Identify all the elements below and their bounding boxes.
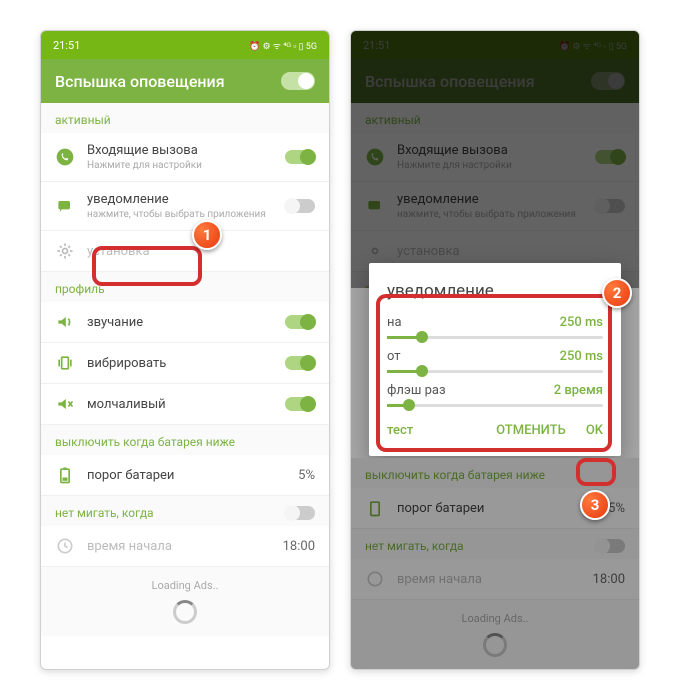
- slider-times[interactable]: флэш раз 2 время: [387, 383, 603, 407]
- battery-icon: [365, 498, 385, 518]
- ok-button[interactable]: OK: [586, 423, 603, 438]
- slider-track[interactable]: [387, 404, 603, 407]
- row-title: Входящие вызова: [87, 143, 273, 158]
- row-title: вибрировать: [87, 356, 273, 371]
- slider-track[interactable]: [387, 336, 603, 339]
- slider-label: на: [387, 315, 402, 330]
- row-vibrate[interactable]: вибрировать: [41, 343, 329, 384]
- toggle-sound[interactable]: [285, 315, 315, 329]
- row-start-time: время начала 18:00: [351, 559, 639, 600]
- slider-label: флэш раз: [387, 383, 446, 398]
- toggle-silent[interactable]: [285, 397, 315, 411]
- badge-3: 3: [580, 490, 610, 520]
- row-title: порог батареи: [87, 468, 286, 483]
- phone-left: 21:51 ⏰ ⚙ ᯤ ⁴ᴳ ▫ ▯ 5G Вспышка оповещения…: [40, 30, 330, 670]
- row-title: время начала: [87, 539, 271, 554]
- status-icons: ⏰ ⚙ ᯤ ⁴ᴳ ▫ ▯ 5G: [249, 39, 317, 52]
- loading-ads: Loading Ads..: [351, 600, 639, 669]
- app-bar: Вспышка оповещения: [41, 59, 329, 103]
- status-time: 21:51: [53, 39, 80, 52]
- row-notification[interactable]: уведомление нажмите, чтобы выбрать прилож…: [41, 182, 329, 231]
- notification-dialog: уведомление на 250 ms от 250 ms флэш раз 2 …: [369, 263, 621, 456]
- section-noflash: нет мигать, когда: [41, 496, 329, 526]
- status-bar: 21:51 ⏰ ⚙ ᯤ ⁴ᴳ ▫ ▯ 5G: [41, 31, 329, 59]
- row-battery-threshold[interactable]: порог батареи 5%: [41, 455, 329, 496]
- section-active: активный: [41, 103, 329, 133]
- speaker-icon: [55, 312, 75, 332]
- vibrate-icon: [55, 353, 75, 373]
- row-title: уведомление: [87, 192, 273, 207]
- start-time-value: 18:00: [283, 539, 315, 554]
- battery-icon: [55, 465, 75, 485]
- clock-icon: [55, 536, 75, 556]
- section-noflash: нет мигать, когда: [351, 529, 639, 559]
- row-subtitle: нажмите, чтобы выбрать приложения: [87, 209, 273, 220]
- toggle-vibrate[interactable]: [285, 356, 315, 370]
- badge-2: 2: [602, 278, 632, 308]
- slider-on[interactable]: на 250 ms: [387, 315, 603, 339]
- mute-icon: [55, 394, 75, 414]
- gear-icon: [55, 241, 75, 261]
- appbar-title: Вспышка оповещения: [55, 72, 225, 91]
- slider-value: 250 ms: [560, 315, 603, 330]
- slider-value: 2 время: [554, 383, 603, 398]
- row-incoming-calls[interactable]: Входящие вызова Нажмите для настройки: [41, 133, 329, 182]
- clock-icon: [365, 569, 385, 589]
- phone-icon: [55, 147, 75, 167]
- row-title: звучание: [87, 315, 273, 330]
- row-start-time[interactable]: время начала 18:00: [41, 526, 329, 567]
- row-sound[interactable]: звучание: [41, 302, 329, 343]
- row-silent[interactable]: молчаливый: [41, 384, 329, 425]
- toggle-noflash[interactable]: [285, 506, 315, 520]
- phone-right: 21:51 ⏰ ⚙ ᯤ ⁴ᴳ ▫ ▯ 5G Вспышка оповещения…: [350, 30, 640, 670]
- section-profile: профиль: [41, 272, 329, 302]
- dialog-title: уведомление: [387, 281, 603, 301]
- row-setup[interactable]: установка: [41, 231, 329, 272]
- slider-off[interactable]: от 250 ms: [387, 349, 603, 373]
- section-battery: выключить когда батарея ниже: [41, 425, 329, 455]
- section-noflash-label: нет мигать, когда: [55, 506, 154, 520]
- badge-1: 1: [192, 220, 222, 250]
- spinner-icon: [173, 600, 197, 624]
- loading-ads: Loading Ads..: [41, 567, 329, 636]
- slider-track[interactable]: [387, 370, 603, 373]
- section-battery: выключить когда батарея ниже: [351, 458, 639, 488]
- master-toggle[interactable]: [281, 72, 315, 90]
- toggle-notification[interactable]: [285, 199, 315, 213]
- test-button[interactable]: тест: [387, 423, 413, 438]
- slider-label: от: [387, 349, 401, 364]
- cancel-button[interactable]: ОТМЕНИТЬ: [496, 423, 566, 438]
- battery-value: 5%: [298, 468, 315, 483]
- chat-icon: [55, 196, 75, 216]
- slider-value: 250 ms: [560, 349, 603, 364]
- row-title: молчаливый: [87, 397, 273, 412]
- toggle-incoming[interactable]: [285, 150, 315, 164]
- row-subtitle: Нажмите для настройки: [87, 160, 273, 171]
